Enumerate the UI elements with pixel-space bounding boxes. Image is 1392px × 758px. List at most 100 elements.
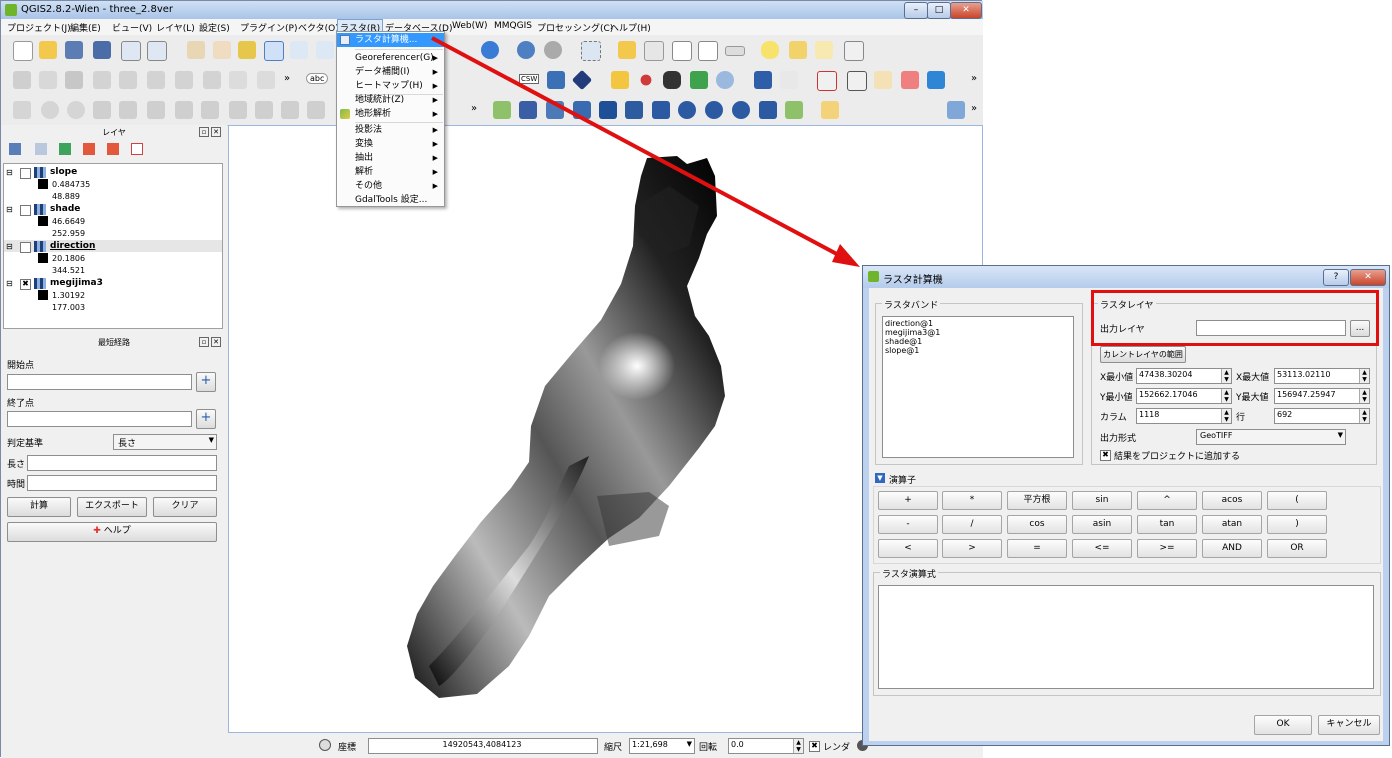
toolbar-overflow-3[interactable]: »: [471, 103, 477, 114]
paste-features-icon[interactable]: [257, 71, 275, 89]
ymin-spinbox[interactable]: 152662.17046 ▲ ▼: [1136, 388, 1232, 404]
undo-icon[interactable]: [41, 101, 59, 119]
zoom-in-icon[interactable]: [264, 41, 284, 61]
open-project-icon[interactable]: [39, 41, 57, 59]
open-layer-styling-icon[interactable]: [9, 143, 21, 155]
dialog-close-button[interactable]: ✕: [1350, 269, 1386, 286]
dialog-help-button[interactable]: ?: [1323, 269, 1349, 286]
close-panel-icon[interactable]: ✕: [211, 337, 221, 347]
menu-item-heatmap[interactable]: ヒートマップ(H) ▶: [337, 79, 444, 93]
attribute-table-icon[interactable]: [672, 41, 692, 61]
zoom-native-icon[interactable]: [316, 41, 334, 59]
collapse-toggle[interactable]: ⊟: [6, 279, 13, 288]
add-part-icon[interactable]: [147, 101, 165, 119]
band-item[interactable]: direction@1: [885, 319, 933, 328]
binoculars-icon[interactable]: [663, 71, 681, 89]
snap-icon[interactable]: [13, 101, 31, 119]
map-icon[interactable]: [927, 71, 945, 89]
help-icon[interactable]: [754, 71, 772, 89]
add-oracle-icon[interactable]: [625, 101, 643, 119]
save-as-icon[interactable]: [93, 41, 111, 59]
operator-less-button[interactable]: <: [878, 539, 938, 558]
operator-power-button[interactable]: ^: [1137, 491, 1197, 510]
expand-all-icon[interactable]: [83, 143, 95, 155]
menu-item-interpolation[interactable]: データ補間(I) ▶: [337, 65, 444, 79]
print-composer-icon[interactable]: [121, 41, 141, 61]
operator-equal-button[interactable]: =: [1007, 539, 1067, 558]
toolbar-overflow-1[interactable]: »: [284, 73, 290, 84]
csw-icon[interactable]: CSW: [519, 74, 540, 84]
operator-tan-button[interactable]: tan: [1137, 515, 1197, 534]
float-panel-icon[interactable]: ▫: [199, 127, 209, 137]
menu-processing[interactable]: プロセッシング(C): [537, 21, 613, 34]
node-tool-icon[interactable]: [147, 71, 165, 89]
plugin-icon[interactable]: [571, 69, 593, 91]
copy-features-icon[interactable]: [229, 71, 247, 89]
select-icon[interactable]: [581, 41, 601, 61]
show-bookmarks-icon[interactable]: [815, 41, 833, 59]
menu-mmqgis[interactable]: MMQGIS: [494, 21, 532, 31]
operator-asin-button[interactable]: asin: [1072, 515, 1132, 534]
python-console-icon[interactable]: [611, 71, 629, 89]
close-panel-icon[interactable]: ✕: [211, 127, 221, 137]
label-abc-icon[interactable]: abc: [306, 73, 329, 84]
menu-web[interactable]: Web(W): [452, 21, 488, 31]
add-mssql-icon[interactable]: [599, 101, 617, 119]
ok-button[interactable]: OK: [1254, 715, 1312, 735]
raster-bands-list[interactable]: direction@1 megijima3@1 shade@1 slope@1: [882, 316, 1074, 458]
magnifier-icon[interactable]: [716, 71, 734, 89]
deselect-icon[interactable]: [618, 41, 636, 59]
layer-item-slope[interactable]: ⊟ slope 0.484735 48.889: [4, 166, 222, 202]
bookmark-icon[interactable]: [789, 41, 807, 59]
band-item[interactable]: slope@1: [885, 346, 919, 355]
output-format-select[interactable]: GeoTIFF ▼: [1196, 429, 1346, 445]
add-wfs-icon[interactable]: [705, 101, 723, 119]
split-features-icon[interactable]: [307, 101, 325, 119]
spin-arrows-icon[interactable]: ▲ ▼: [1359, 409, 1369, 423]
coordinate-field[interactable]: 14920543,4084123: [368, 738, 598, 754]
add-virtual-layer-icon[interactable]: [759, 101, 777, 119]
menu-item-gdaltools-settings[interactable]: GdalTools 設定...: [337, 193, 444, 207]
xmax-spinbox[interactable]: 53113.02110 ▲ ▼: [1274, 368, 1370, 384]
add-spatialite-icon[interactable]: [573, 101, 591, 119]
action-icon[interactable]: [544, 41, 562, 59]
save-project-icon[interactable]: [65, 41, 83, 59]
spin-arrows-icon[interactable]: ▲ ▼: [1359, 389, 1369, 403]
current-edits-icon[interactable]: [13, 71, 31, 89]
menu-layer[interactable]: レイヤ(L): [156, 21, 195, 34]
clear-button[interactable]: クリア: [153, 497, 217, 517]
identify-icon[interactable]: [517, 41, 535, 59]
menu-help[interactable]: ヘルプ(H): [610, 21, 651, 34]
delete-part-icon[interactable]: [229, 101, 247, 119]
coordinate-capture-icon[interactable]: [319, 739, 331, 751]
add-delimited-icon[interactable]: [732, 101, 750, 119]
filter-legend-icon[interactable]: [59, 143, 71, 155]
float-panel-icon[interactable]: ▫: [199, 337, 209, 347]
layer-visibility-checkbox[interactable]: ✖: [20, 279, 31, 290]
refresh-icon[interactable]: [481, 41, 499, 59]
operator-acos-button[interactable]: acos: [1202, 491, 1262, 510]
layer-visibility-checkbox[interactable]: [20, 242, 31, 253]
zoom-out-icon[interactable]: [290, 41, 308, 59]
spin-arrows-icon[interactable]: ▲ ▼: [1221, 369, 1231, 383]
operator-cos-button[interactable]: cos: [1007, 515, 1067, 534]
operator-multiply-button[interactable]: *: [942, 491, 1002, 510]
layer-visibility-checkbox[interactable]: [20, 205, 31, 216]
new-temp-layer-icon[interactable]: [821, 101, 839, 119]
operator-greater-button[interactable]: >: [942, 539, 1002, 558]
spin-arrows-icon[interactable]: ▲ ▼: [1221, 409, 1231, 423]
collapse-toggle[interactable]: ⊟: [6, 168, 13, 177]
operator-sqrt-button[interactable]: 平方根: [1007, 491, 1067, 510]
add-vector-icon[interactable]: [493, 101, 511, 119]
layer-item-megijima3[interactable]: ⊟ ✖ megijima3 1.30192 177.003: [4, 277, 222, 313]
add-group-icon[interactable]: [35, 143, 47, 155]
new-shapefile-icon[interactable]: [785, 101, 803, 119]
pick-start-button[interactable]: +: [196, 372, 216, 392]
new-project-icon[interactable]: [13, 41, 33, 61]
operator-less-equal-button[interactable]: <=: [1072, 539, 1132, 558]
menu-project[interactable]: プロジェクト(J): [7, 21, 71, 34]
collapse-toggle[interactable]: ⊟: [6, 242, 13, 251]
spin-arrows-icon[interactable]: ▲ ▼: [1359, 369, 1369, 383]
ymax-spinbox[interactable]: 156947.25947 ▲ ▼: [1274, 388, 1370, 404]
collapse-toggle-icon[interactable]: ▼: [875, 473, 885, 483]
